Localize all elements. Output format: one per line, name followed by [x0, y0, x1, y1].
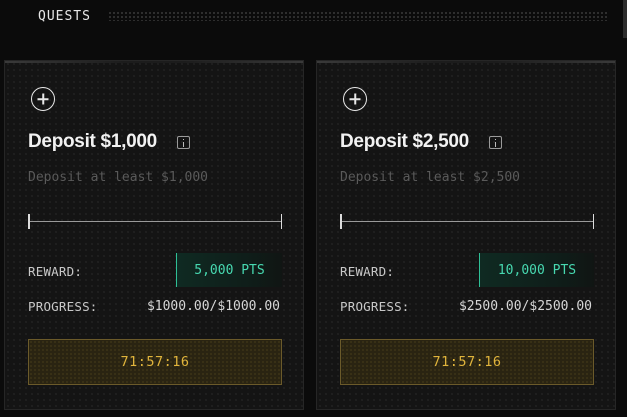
reward-value: 10,000 PTS — [497, 263, 577, 278]
quests-page: QUESTS Deposit $1,000 Deposit at least $… — [0, 0, 627, 417]
timer-value: 71:57:16 — [120, 354, 190, 370]
info-icon[interactable] — [489, 136, 502, 149]
header-divider — [108, 11, 608, 21]
quest-title: Deposit $2,500 — [340, 131, 469, 152]
progress-fill — [340, 221, 594, 222]
scrollbar[interactable] — [623, 0, 627, 38]
reward-label: REWARD: — [28, 264, 83, 279]
timer-value: 71:57:16 — [432, 354, 502, 370]
quest-timer-button[interactable]: 71:57:16 — [28, 339, 282, 385]
quest-progress-bar — [28, 214, 282, 229]
section-title: QUESTS — [38, 9, 91, 24]
progress-value: $2500.00/$2500.00 — [458, 299, 592, 314]
quest-card: Deposit $1,000 Deposit at least $1,000 R… — [4, 60, 304, 410]
quest-description: Deposit at least $2,500 — [340, 170, 521, 185]
quest-timer-button[interactable]: 71:57:16 — [340, 339, 594, 385]
quest-progress-bar — [340, 214, 594, 229]
plus-circle-icon[interactable] — [31, 87, 55, 111]
progress-fill — [28, 221, 282, 222]
plus-circle-icon[interactable] — [343, 87, 367, 111]
progress-value: $1000.00/$1000.00 — [146, 299, 280, 314]
progress-label: PROGRESS: — [28, 299, 98, 314]
quest-description: Deposit at least $1,000 — [28, 170, 209, 185]
reward-value: 5,000 PTS — [194, 263, 265, 278]
quest-title: Deposit $1,000 — [28, 131, 157, 152]
reward-label: REWARD: — [340, 264, 395, 279]
progress-label: PROGRESS: — [340, 299, 410, 314]
progress-start-tick — [340, 214, 342, 229]
reward-badge: 10,000 PTS — [479, 253, 594, 287]
progress-end-tick — [280, 214, 282, 229]
quests-header: QUESTS — [0, 0, 627, 34]
reward-badge: 5,000 PTS — [176, 253, 282, 287]
info-icon[interactable] — [177, 136, 190, 149]
progress-end-tick — [592, 214, 594, 229]
quest-card: Deposit $2,500 Deposit at least $2,500 R… — [316, 60, 616, 410]
progress-start-tick — [28, 214, 30, 229]
